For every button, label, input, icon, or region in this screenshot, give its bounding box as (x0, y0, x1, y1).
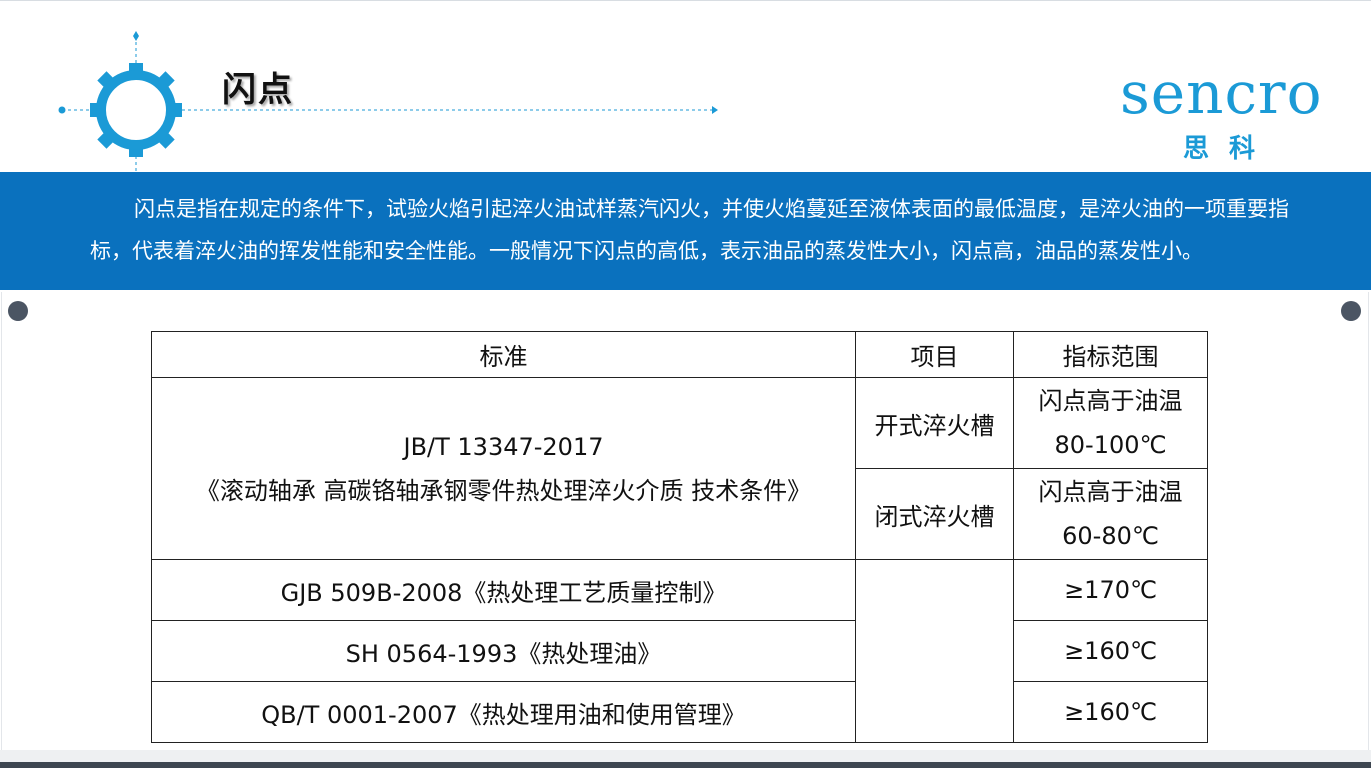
footer-bar (0, 762, 1371, 768)
table-row: GJB 509B-2008《热处理工艺质量控制》 ≥170℃ (151, 559, 1208, 743)
standard-cell: GJB 509B-2008《热处理工艺质量控制》 (151, 559, 856, 621)
range-label: 闪点高于油温 (1038, 387, 1183, 415)
item-cell-empty (855, 559, 1014, 743)
range-cell: ≥160℃ (1013, 681, 1208, 743)
range-cell: ≥160℃ (1013, 620, 1208, 682)
range-value: 60-80℃ (1062, 522, 1159, 550)
flash-point-standards-table: 标准 项目 指标范围 JB/T 13347-2017 《滚动轴承 高碳铬轴承钢零… (151, 331, 1208, 743)
slide: 闪点 sencro 思科 闪点是指在规定的条件下，试验火焰引起淬火油试样蒸汽闪火… (0, 0, 1371, 768)
table-header-row: 标准 项目 指标范围 (151, 331, 1208, 378)
item-cell: 开式淬火槽 (855, 377, 1014, 469)
intro-text: 闪点是指在规定的条件下，试验火焰引起淬火油试样蒸汽闪火，并使火焰蔓延至液体表面的… (90, 197, 1289, 263)
range-value: 80-100℃ (1054, 431, 1167, 459)
header-range: 指标范围 (1013, 331, 1208, 378)
range-cell: 闪点高于油温 60-80℃ (1013, 468, 1208, 560)
left-dot-marker (8, 301, 28, 321)
logo-chinese-name: 思科 (1183, 134, 1276, 164)
left-rail (1, 292, 2, 752)
range-cell: ≥170℃ (1013, 559, 1208, 621)
item-cell: 闭式淬火槽 (855, 468, 1014, 560)
standard-cell: SH 0564-1993《热处理油》 (151, 620, 856, 682)
page-title: 闪点 (222, 70, 294, 110)
header-standard: 标准 (151, 331, 856, 378)
right-dot-marker (1341, 301, 1361, 321)
table-row: QB/T 0001-2007《热处理用油和使用管理》 ≥160℃ (151, 681, 1208, 743)
range-cell: 闪点高于油温 80-100℃ (1013, 377, 1208, 469)
range-label: 闪点高于油温 (1038, 478, 1183, 506)
table-row: SH 0564-1993《热处理油》 ≥160℃ (151, 620, 1208, 682)
logo-wordmark: sencro (1120, 59, 1323, 127)
table-row: JB/T 13347-2017 《滚动轴承 高碳铬轴承钢零件热处理淬火介质 技术… (151, 377, 1208, 560)
gear-decoration-icon (58, 31, 718, 172)
right-rail (1368, 292, 1369, 752)
standard-code: JB/T 13347-2017 (403, 432, 604, 461)
footer-strip (0, 750, 1371, 762)
standard-cell: QB/T 0001-2007《热处理用油和使用管理》 (151, 681, 856, 743)
standard-cell-main: JB/T 13347-2017 《滚动轴承 高碳铬轴承钢零件热处理淬火介质 技术… (151, 377, 856, 560)
intro-banner: 闪点是指在规定的条件下，试验火焰引起淬火油试样蒸汽闪火，并使火焰蔓延至液体表面的… (0, 172, 1371, 290)
header-item: 项目 (855, 331, 1014, 378)
standard-title: 《滚动轴承 高碳铬轴承钢零件热处理淬火介质 技术条件》 (195, 476, 812, 505)
